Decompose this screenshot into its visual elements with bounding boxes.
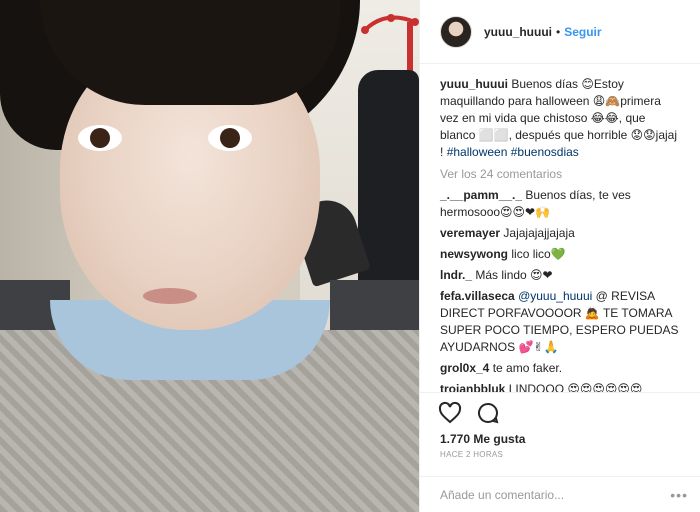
comments-section: yuuu_huuui Buenos días 😊Estoy maquilland… <box>420 64 700 392</box>
mention-link[interactable]: @yuuu_huuui <box>518 289 592 303</box>
caption: yuuu_huuui Buenos días 😊Estoy maquilland… <box>440 76 682 161</box>
follow-button[interactable]: Seguir <box>564 25 601 39</box>
comment: troianbbluk LINDOOO 😍😍😍😍😍😍 <box>440 381 682 392</box>
comment: veremayer Jajajajajjajaja <box>440 225 682 242</box>
comment: fefa.villaseca @yuuu_huuui @ REVISA DIRE… <box>440 288 682 356</box>
hashtag-link[interactable]: #halloween <box>447 145 508 159</box>
post-photo[interactable] <box>0 0 419 512</box>
comment: grol0x_4 te amo faker. <box>440 360 682 377</box>
action-bar <box>420 392 700 432</box>
comment-username[interactable]: grol0x_4 <box>440 361 489 375</box>
comment-text: te amo faker. <box>492 361 563 375</box>
comment-username[interactable]: troianbbluk <box>440 382 505 392</box>
caption-username[interactable]: yuuu_huuui <box>440 77 508 91</box>
header-username[interactable]: yuuu_huuui <box>484 25 552 39</box>
left-eye <box>78 125 122 151</box>
comment-text: Más lindo 😍❤ <box>475 268 553 282</box>
view-all-comments-link[interactable]: Ver los 24 comentarios <box>440 167 682 181</box>
comment: newsywong lico lico💚 <box>440 246 682 263</box>
post-timestamp: HACE 2 HORAS <box>440 450 504 459</box>
likes-count[interactable]: 1.770 Me gusta <box>420 432 700 450</box>
comment-text: lico lico💚 <box>511 247 566 261</box>
more-options-icon[interactable]: ••• <box>670 487 688 503</box>
add-comment-input[interactable] <box>440 487 671 502</box>
instagram-post: yuuu_huuui • Seguir yuuu_huuui Buenos dí… <box>0 0 700 512</box>
comment-text: Jajajajajjajaja <box>503 226 575 240</box>
comment-username[interactable]: veremayer <box>440 226 500 240</box>
right-eye <box>208 125 252 151</box>
comment: lndr._ Más lindo 😍❤ <box>440 267 682 284</box>
heart-icon[interactable] <box>438 401 462 425</box>
avatar[interactable] <box>440 15 472 48</box>
comment-username[interactable]: _.__pamm__._ <box>440 188 522 202</box>
comment: _.__pamm__._ Buenos días, te ves hermoso… <box>440 187 682 221</box>
add-comment-bar: ••• <box>420 476 700 512</box>
comment-username[interactable]: fefa.villaseca <box>440 289 515 303</box>
post-sidebar: yuuu_huuui • Seguir yuuu_huuui Buenos dí… <box>419 0 700 512</box>
post-header: yuuu_huuui • Seguir <box>420 0 700 64</box>
comment-username[interactable]: newsywong <box>440 247 508 261</box>
comment-bubble-icon[interactable] <box>476 401 500 425</box>
mouth <box>143 288 197 304</box>
separator-dot: • <box>556 24 561 39</box>
comment-username[interactable]: lndr._ <box>440 268 472 282</box>
hashtag-link[interactable]: #buenosdias <box>511 145 579 159</box>
comment-text: LINDOOO 😍😍😍😍😍😍 <box>508 382 643 392</box>
